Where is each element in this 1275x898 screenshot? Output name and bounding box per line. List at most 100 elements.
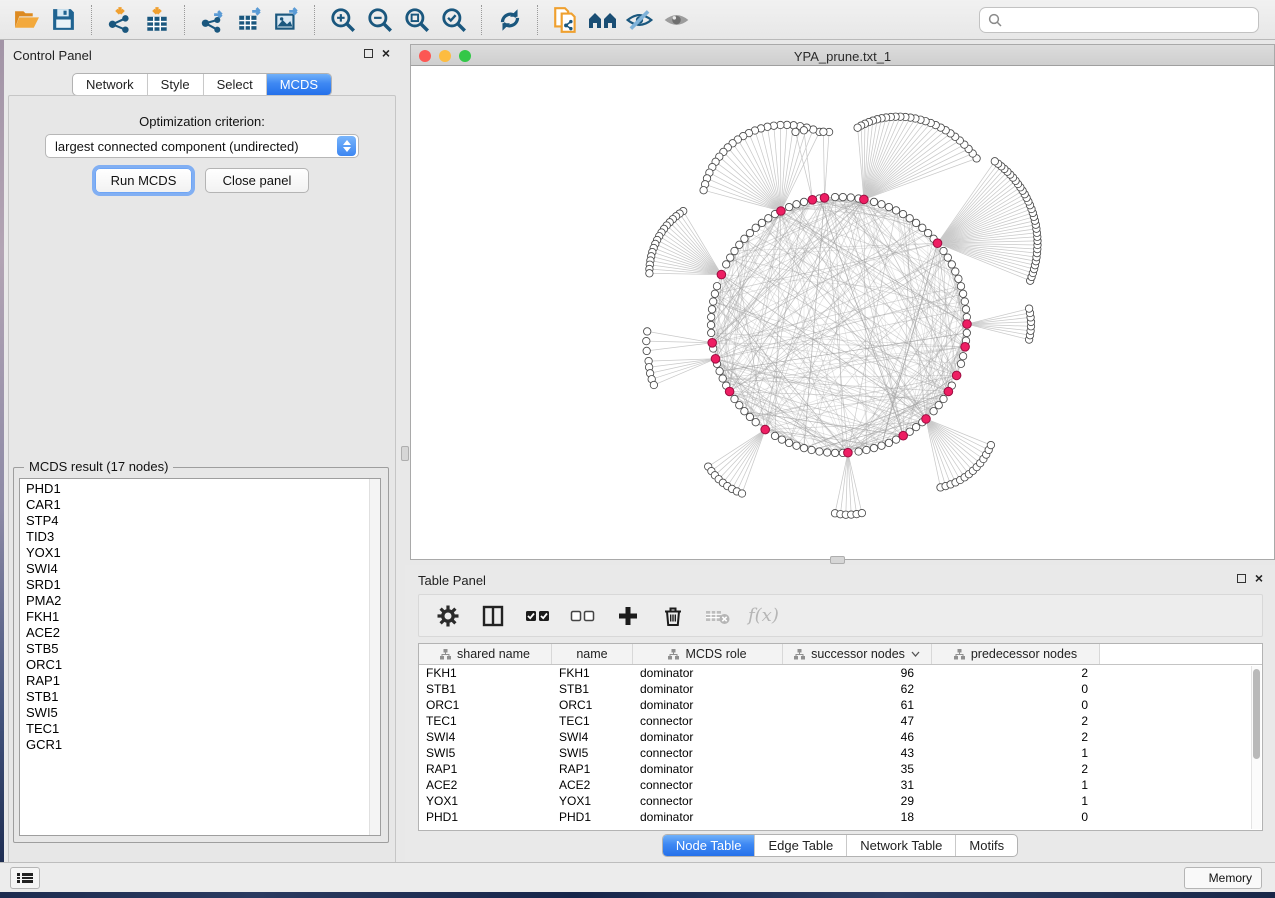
import-table-icon[interactable] xyxy=(138,3,175,37)
select-all-icon[interactable] xyxy=(523,601,553,631)
result-node-item[interactable]: ACE2 xyxy=(20,625,368,641)
column-tree-icon xyxy=(668,649,679,660)
result-node-item[interactable]: STP4 xyxy=(20,513,368,529)
deselect-all-icon[interactable] xyxy=(568,601,598,631)
search-input[interactable] xyxy=(1008,13,1258,28)
tab-mcds[interactable]: MCDS xyxy=(266,74,331,95)
column-header-predecessor-nodes[interactable]: predecessor nodes xyxy=(932,644,1100,664)
hide-selected-icon[interactable] xyxy=(621,3,658,37)
result-node-item[interactable]: ORC1 xyxy=(20,657,368,673)
float-panel-icon[interactable] xyxy=(364,49,373,58)
format-columns-icon[interactable] xyxy=(478,601,508,631)
toolbar-separator xyxy=(537,5,538,35)
close-panel-icon[interactable]: × xyxy=(382,48,390,58)
result-node-item[interactable]: PMA2 xyxy=(20,593,368,609)
column-header-shared-name[interactable]: shared name xyxy=(419,644,552,664)
result-node-item[interactable]: STB5 xyxy=(20,641,368,657)
table-row[interactable]: FKH1FKH1dominator962 xyxy=(419,665,1262,681)
tab-node-table[interactable]: Node Table xyxy=(663,835,755,856)
zoom-selected-icon[interactable] xyxy=(435,3,472,37)
cell-successor-nodes: 46 xyxy=(783,729,932,745)
cell-shared-name: SWI4 xyxy=(419,729,552,745)
column-header-MCDS-role[interactable]: MCDS role xyxy=(633,644,783,664)
table-row[interactable]: ACE2ACE2connector311 xyxy=(419,777,1262,793)
export-network-icon[interactable] xyxy=(194,3,231,37)
run-mcds-button[interactable]: Run MCDS xyxy=(95,168,192,193)
tab-edge-table[interactable]: Edge Table xyxy=(754,835,846,856)
result-node-item[interactable]: PHD1 xyxy=(20,481,368,497)
result-node-item[interactable]: SWI4 xyxy=(20,561,368,577)
column-tree-icon xyxy=(440,649,451,660)
result-node-item[interactable]: CAR1 xyxy=(20,497,368,513)
table-mode-gear-icon[interactable] xyxy=(433,601,463,631)
zoom-out-icon[interactable] xyxy=(361,3,398,37)
cell-filler xyxy=(1100,761,1262,777)
toolbar-separator xyxy=(184,5,185,35)
mcds-result-title: MCDS result (17 nodes) xyxy=(24,459,173,474)
result-node-item[interactable]: TEC1 xyxy=(20,721,368,737)
task-history-button[interactable] xyxy=(10,867,40,889)
first-neighbors-icon[interactable] xyxy=(584,3,621,37)
save-session-icon[interactable] xyxy=(45,3,82,37)
cell-successor-nodes: 43 xyxy=(783,745,932,761)
toolbar-separator xyxy=(91,5,92,35)
mcds-result-list[interactable]: PHD1CAR1STP4TID3YOX1SWI4SRD1PMA2FKH1ACE2… xyxy=(19,478,381,836)
splitter-grip[interactable] xyxy=(401,446,409,461)
network-graph[interactable] xyxy=(411,66,1274,559)
result-node-item[interactable]: GCR1 xyxy=(20,737,368,753)
table-row[interactable]: YOX1YOX1connector291 xyxy=(419,793,1262,809)
scrollbar-thumb[interactable] xyxy=(1253,669,1260,759)
task-list-icon xyxy=(17,872,33,884)
table-row[interactable]: STB1STB1dominator620 xyxy=(419,681,1262,697)
result-list-scrollbar[interactable] xyxy=(369,479,380,835)
result-node-item[interactable]: RAP1 xyxy=(20,673,368,689)
result-node-item[interactable]: TID3 xyxy=(20,529,368,545)
import-network-icon[interactable] xyxy=(101,3,138,37)
tab-motifs[interactable]: Motifs xyxy=(955,835,1017,856)
result-node-item[interactable]: SRD1 xyxy=(20,577,368,593)
show-all-icon[interactable] xyxy=(658,3,695,37)
cell-predecessor-nodes: 2 xyxy=(932,761,1100,777)
export-table-icon[interactable] xyxy=(231,3,268,37)
table-row[interactable]: SWI5SWI5connector431 xyxy=(419,745,1262,761)
open-file-icon[interactable] xyxy=(8,3,45,37)
delete-column-icon[interactable] xyxy=(658,601,688,631)
tab-network[interactable]: Network xyxy=(73,74,147,95)
result-node-item[interactable]: FKH1 xyxy=(20,609,368,625)
float-panel-icon[interactable] xyxy=(1237,574,1246,583)
cell-name: STB1 xyxy=(552,681,633,697)
delete-table-icon[interactable] xyxy=(703,601,733,631)
cell-successor-nodes: 47 xyxy=(783,713,932,729)
table-row[interactable]: PHD1PHD1dominator180 xyxy=(419,809,1262,825)
tab-select[interactable]: Select xyxy=(203,74,266,95)
network-canvas[interactable] xyxy=(410,66,1275,560)
optimization-criterion-select[interactable]: largest connected component (undirected) xyxy=(45,134,359,158)
column-header-name[interactable]: name xyxy=(552,644,633,664)
table-scrollbar[interactable] xyxy=(1251,666,1261,829)
memory-button[interactable]: Memory xyxy=(1184,867,1262,889)
control-panel-title: Control Panel xyxy=(13,48,92,63)
table-row[interactable]: SWI4SWI4dominator462 xyxy=(419,729,1262,745)
refresh-view-icon[interactable] xyxy=(491,3,528,37)
export-image-icon[interactable] xyxy=(268,3,305,37)
result-node-item[interactable]: STB1 xyxy=(20,689,368,705)
table-row[interactable]: ORC1ORC1dominator610 xyxy=(419,697,1262,713)
tab-style[interactable]: Style xyxy=(147,74,203,95)
search-field[interactable] xyxy=(979,7,1259,33)
tab-network-table[interactable]: Network Table xyxy=(846,835,955,856)
zoom-in-icon[interactable] xyxy=(324,3,361,37)
column-header-successor-nodes[interactable]: successor nodes xyxy=(783,644,932,664)
cell-successor-nodes: 62 xyxy=(783,681,932,697)
add-column-icon[interactable] xyxy=(613,601,643,631)
close-panel-icon[interactable]: × xyxy=(1255,573,1263,583)
result-node-item[interactable]: SWI5 xyxy=(20,705,368,721)
table-row[interactable]: RAP1RAP1dominator352 xyxy=(419,761,1262,777)
result-node-item[interactable]: YOX1 xyxy=(20,545,368,561)
horizontal-splitter-grip[interactable] xyxy=(830,556,845,564)
cell-predecessor-nodes: 2 xyxy=(932,713,1100,729)
fit-content-icon[interactable] xyxy=(398,3,435,37)
network-share-file-icon[interactable] xyxy=(547,3,584,37)
network-window-titlebar[interactable]: YPA_prune.txt_1 xyxy=(410,44,1275,66)
close-panel-button[interactable]: Close panel xyxy=(205,168,309,193)
table-row[interactable]: TEC1TEC1connector472 xyxy=(419,713,1262,729)
